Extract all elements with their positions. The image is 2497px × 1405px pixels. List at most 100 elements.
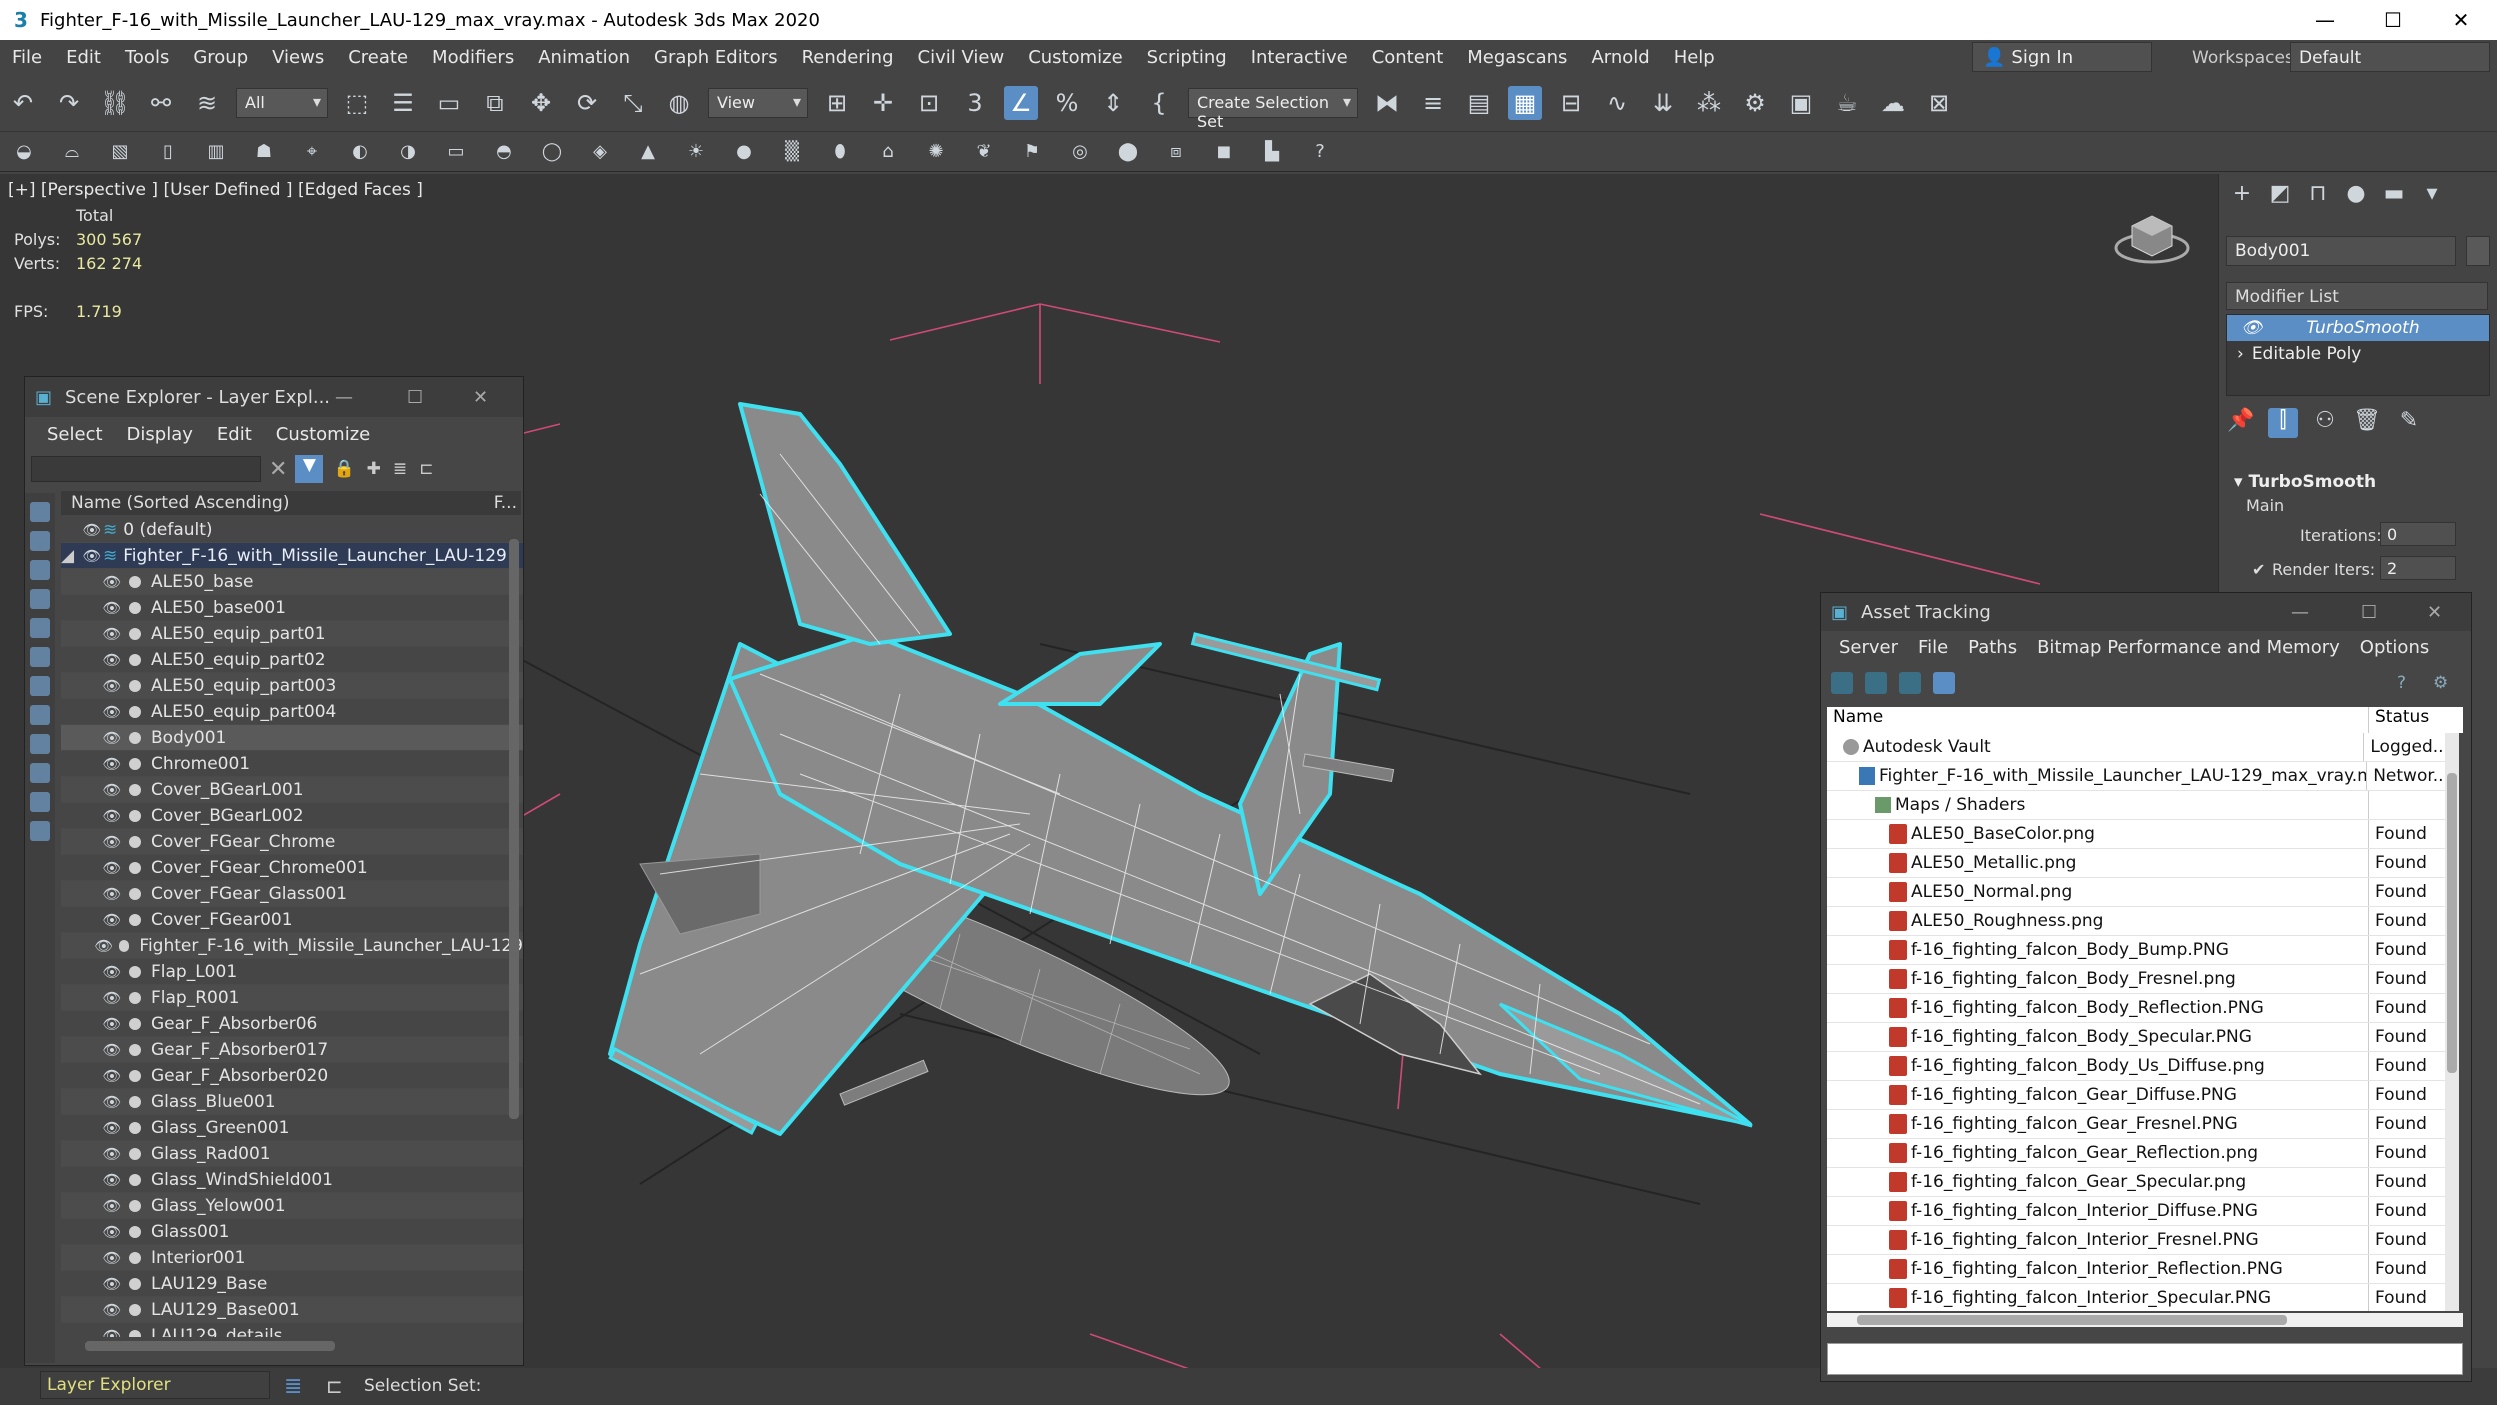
find-input[interactable] [31,456,261,482]
asset-row-maps[interactable]: Maps / Shaders [1827,791,2449,820]
render-setup-icon[interactable]: ⚙ [1738,86,1772,120]
layer-explorer-toggle-icon[interactable]: ▦ [1508,85,1542,120]
menu-create[interactable]: Create [336,47,420,68]
visibility-eye-icon[interactable]: 👁 [101,885,123,903]
asset-row-map[interactable]: f-16_fighting_falcon_Interior_Diffuse.PN… [1827,1197,2449,1226]
select-object-icon[interactable]: ⬚ [340,86,374,120]
frame-buffer-icon[interactable]: ⧈ [1163,139,1189,165]
list-view-icon[interactable] [1865,672,1887,694]
menu-content[interactable]: Content [1360,47,1456,68]
visibility-eye-icon[interactable]: 👁 [101,989,123,1007]
menu-file[interactable]: File [0,47,54,68]
tree-object-row[interactable]: 👁 ALE50_equip_part004 [61,699,523,725]
percent-snap-icon[interactable]: % [1050,86,1084,120]
rect-selection-icon[interactable]: ▭ [432,86,466,120]
tree-layer-main[interactable]: ◢ 👁 ≋ Fighter_F-16_with_Missile_Launcher_LA… [61,543,523,569]
menu-animation[interactable]: Animation [526,47,642,68]
viewport-label[interactable]: [+] [Perspective ] [User Defined ] [Edge… [8,180,423,200]
tree-object-row[interactable]: 👁 Glass_WindShield001 [61,1167,523,1193]
material-editor-icon[interactable]: ⁂ [1692,86,1726,120]
tree-layer-default[interactable]: 👁 ≋ 0 (default) [61,517,523,543]
menu-file[interactable]: File [1908,637,1958,658]
tree-object-row[interactable]: 👁 Interior001 [61,1245,523,1271]
create-tab-icon[interactable]: + [2227,181,2257,211]
visibility-eye-icon[interactable]: 👁 [101,573,123,591]
visibility-eye-icon[interactable]: 👁 [101,1301,123,1319]
display-spacewarps-icon[interactable] [30,647,50,667]
menu-views[interactable]: Views [260,47,336,68]
dome-light-icon[interactable]: ◓ [491,139,517,165]
display-bones-icon[interactable] [30,734,50,754]
menu-scripting[interactable]: Scripting [1135,47,1239,68]
maximize-icon[interactable]: ☐ [407,387,423,408]
visibility-eye-icon[interactable]: 👁 [101,807,123,825]
tree-object-row[interactable]: 👁 ALE50_equip_part01 [61,621,523,647]
cylinder-icon[interactable]: ▯ [155,139,181,165]
volume-icon[interactable]: ◎ [1067,139,1093,165]
modify-tab-icon[interactable]: ◩ [2265,181,2295,211]
display-shapes-icon[interactable] [30,531,50,551]
show-end-result-icon[interactable]: ⫿ [2268,408,2298,438]
tree-object-row[interactable]: 👁 ALE50_equip_part02 [61,647,523,673]
menu-bitmap-performance[interactable]: Bitmap Performance and Memory [2027,637,2350,658]
render-iters-spinner[interactable]: 2 [2380,556,2456,580]
visibility-eye-icon[interactable]: 👁 [101,1119,123,1137]
create-selection-set-select[interactable]: Create Selection Set [1188,87,1358,131]
new-layer-icon[interactable]: ✚ [367,459,381,479]
schematic-view-icon[interactable]: ⇊ [1646,86,1680,120]
display-xrefs-icon[interactable] [30,705,50,725]
curve-editor-icon[interactable]: ∿ [1600,86,1634,120]
tree-object-row[interactable]: 👁 Cover_BGearL001 [61,777,523,803]
tree-object-row[interactable]: 👁 Gear_F_Absorber017 [61,1037,523,1063]
visibility-eye-icon[interactable]: 👁 [101,729,123,747]
collapse-icon[interactable]: ◢ [61,546,81,566]
sign-in-dropdown[interactable]: 👤 Sign In [1972,42,2152,72]
menu-modifiers[interactable]: Modifiers [420,47,526,68]
link-icon[interactable]: ⛓ [98,86,132,120]
refresh-icon[interactable] [1831,672,1853,694]
horizontal-scrollbar[interactable] [1827,1313,2463,1327]
help-icon[interactable]: ? [1307,139,1333,165]
layers-toggle-icon[interactable]: ≣ [284,1374,302,1399]
menu-customize[interactable]: Customize [1016,47,1134,68]
ribbon-toggle-icon[interactable]: ⊟ [1554,86,1588,120]
hierarchy-tab-icon[interactable]: ⊓ [2303,181,2333,211]
visibility-eye-icon[interactable]: 👁 [101,625,123,643]
scale-icon[interactable]: ⤡ [616,86,650,120]
stack-item-editable-poly[interactable]: › Editable Poly [2227,341,2489,367]
display-helpers-icon[interactable] [30,618,50,638]
visibility-eye-icon[interactable]: 👁 [101,755,123,773]
render-cloud-icon[interactable]: ☁ [1876,86,1910,120]
visibility-eye-icon[interactable]: 👁 [101,1223,123,1241]
asset-row-map[interactable]: ALE50_Roughness.png Found [1827,907,2449,936]
asset-row-map[interactable]: f-16_fighting_falcon_Body_Bump.PNG Found [1827,936,2449,965]
move-icon[interactable]: ✥ [524,86,558,120]
helper-icon[interactable]: ◐ [347,139,373,165]
layers-icon[interactable]: ≣ [393,459,407,479]
name-column-header[interactable]: Name [1827,707,2369,733]
fur-icon[interactable]: ▒ [779,139,805,165]
placement-icon[interactable]: ◍ [662,86,696,120]
menu-arnold[interactable]: Arnold [1579,47,1661,68]
status-column-header[interactable]: Status [2369,707,2429,733]
mirror-icon[interactable]: ⧓ [1370,86,1404,120]
stack-item-turbosmooth[interactable]: 👁 TurboSmooth [2227,315,2489,341]
render-iters-checkbox[interactable]: ✔ [2252,560,2265,579]
toggle-icon[interactable]: ◼ [1211,139,1237,165]
menu-rendering[interactable]: Rendering [790,47,906,68]
eye-icon[interactable]: 👁 [2241,318,2263,338]
visibility-eye-icon[interactable]: 👁 [101,1171,123,1189]
tree-object-row[interactable]: 👁 LAU129_details [61,1323,523,1337]
vray-settings-icon[interactable]: ▙ [1259,139,1285,165]
tree-object-row[interactable]: 👁 Cover_FGear_Chrome001 [61,855,523,881]
maximize-icon[interactable]: ☐ [2361,602,2377,623]
scene-explorer-titlebar[interactable]: ▣ Scene Explorer - Layer Expl... — ☐ ✕ [25,377,523,417]
clear-icon[interactable]: ✕ [269,457,287,482]
tree-object-row[interactable]: 👁 Cover_FGear_Glass001 [61,881,523,907]
window-crossing-icon[interactable]: ⧉ [478,86,512,120]
asset-row-vault[interactable]: Autodesk Vault Logged... [1827,733,2449,762]
asset-row-map[interactable]: f-16_fighting_falcon_Gear_Specular.png Fo… [1827,1168,2449,1197]
rendered-frame-icon[interactable]: ▣ [1784,86,1818,120]
maximize-button[interactable]: ☐ [2358,0,2428,40]
expand-icon[interactable]: › [2237,344,2244,364]
